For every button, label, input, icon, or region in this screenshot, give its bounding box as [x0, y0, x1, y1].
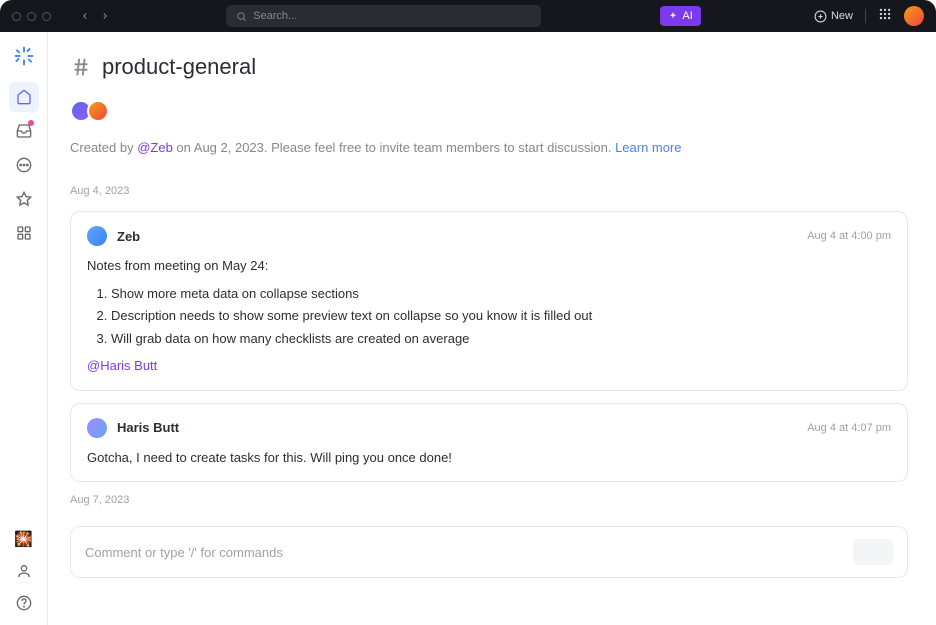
sidebar-item-help[interactable] [9, 589, 39, 617]
send-button[interactable] [853, 539, 893, 565]
star-icon [16, 191, 32, 207]
post-time: Aug 4 at 4:00 pm [807, 230, 891, 242]
maximize-icon[interactable] [42, 12, 51, 21]
post-author[interactable]: Haris Butt [117, 420, 179, 435]
member-avatar [87, 100, 109, 122]
notification-dot [28, 120, 34, 126]
comment-composer[interactable]: Comment or type '/' for commands [70, 526, 908, 578]
person-icon [16, 563, 32, 579]
home-icon [16, 89, 32, 105]
creator-mention[interactable]: @Zeb [137, 140, 173, 155]
app-logo[interactable] [12, 44, 36, 68]
rocket-icon: 🎇 [14, 530, 33, 548]
sidebar: 🎇 [0, 32, 48, 625]
logo-icon [13, 45, 35, 67]
window-controls [12, 12, 51, 21]
author-avatar[interactable] [87, 226, 107, 246]
grid-icon [878, 7, 892, 21]
new-label: New [831, 10, 853, 22]
apps-button[interactable] [878, 7, 892, 26]
more-icon [16, 157, 32, 173]
back-button[interactable] [77, 8, 93, 24]
search-input[interactable]: Search... [226, 5, 541, 27]
help-icon [16, 595, 32, 611]
divider [865, 9, 866, 23]
post-body: Notes from meeting on May 24: Show more … [87, 256, 891, 376]
post-time: Aug 4 at 4:07 pm [807, 422, 891, 434]
sidebar-item-dashboards[interactable] [9, 218, 39, 248]
sidebar-item-inbox[interactable] [9, 116, 39, 146]
date-separator: Aug 7, 2023 [70, 494, 908, 506]
forward-button[interactable] [97, 8, 113, 24]
search-placeholder: Search... [253, 10, 297, 22]
user-avatar[interactable] [904, 6, 924, 26]
learn-more-link[interactable]: Learn more [615, 140, 681, 155]
top-bar: Search... AI New [0, 0, 936, 32]
new-button[interactable]: New [814, 10, 853, 23]
post-card: Haris Butt Aug 4 at 4:07 pm Gotcha, I ne… [70, 403, 908, 483]
hash-icon [70, 56, 92, 78]
list-item: Show more meta data on collapse sections [111, 284, 891, 304]
list-item: Will grab data on how many checklists ar… [111, 329, 891, 349]
search-icon [236, 11, 247, 22]
post-card: Zeb Aug 4 at 4:00 pm Notes from meeting … [70, 211, 908, 391]
sidebar-item-upgrade[interactable]: 🎇 [9, 525, 39, 553]
sidebar-item-profile[interactable] [9, 557, 39, 585]
minimize-icon[interactable] [27, 12, 36, 21]
plus-circle-icon [814, 10, 827, 23]
channel-header: product-general [70, 54, 908, 80]
sidebar-item-home[interactable] [9, 82, 39, 112]
date-separator: Aug 4, 2023 [70, 185, 908, 197]
post-author[interactable]: Zeb [117, 229, 140, 244]
composer-placeholder: Comment or type '/' for commands [85, 545, 853, 560]
main-content: product-general Created by @Zeb on Aug 2… [48, 32, 936, 625]
ai-label: AI [682, 10, 692, 22]
channel-meta: Created by @Zeb on Aug 2, 2023. Please f… [70, 140, 908, 155]
close-icon[interactable] [12, 12, 21, 21]
sidebar-item-more[interactable] [9, 150, 39, 180]
mention[interactable]: @Haris Butt [87, 358, 157, 373]
sparkle-icon [668, 11, 678, 21]
members-avatars[interactable] [70, 100, 908, 122]
post-body: Gotcha, I need to create tasks for this.… [87, 448, 891, 468]
dashboard-icon [16, 225, 32, 241]
ai-button[interactable]: AI [660, 6, 700, 26]
channel-title: product-general [102, 54, 256, 80]
list-item: Description needs to show some preview t… [111, 306, 891, 326]
sidebar-item-favorites[interactable] [9, 184, 39, 214]
author-avatar[interactable] [87, 418, 107, 438]
